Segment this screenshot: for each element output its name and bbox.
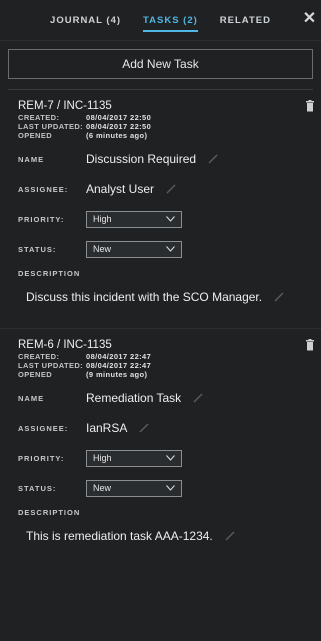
status-label: STATUS: [18,244,57,254]
status-value: New [93,244,112,254]
priority-select[interactable]: High [86,210,182,228]
task-card: REM-7 / INC-1135 CREATED: 08/04/2017 22:5… [0,90,321,318]
task-id: REM-7 / INC-1135 [18,100,112,112]
close-icon[interactable]: ✕ [301,10,319,28]
pencil-icon[interactable] [193,393,203,403]
description-field: Discuss this incident with the SCO Manag… [18,290,309,304]
assignee-value: Analyst User [86,182,155,196]
priority-label: PRIORITY: [18,214,65,224]
pencil-icon[interactable] [274,292,284,302]
description-value: This is remediation task AAA-1234. [26,529,213,543]
pencil-icon[interactable] [166,184,176,194]
task-id: REM-6 / INC-1135 [18,339,112,351]
status-label: STATUS: [18,483,57,493]
created-label: CREATED: [18,352,60,361]
assignee-label: ASSIGNEE: [18,184,69,194]
assignee-field: ASSIGNEE: IanRSA [18,417,309,439]
tab-related[interactable]: RELATED [220,5,271,36]
status-select[interactable]: New [86,240,182,258]
last-updated-value: 08/04/2017 22:47 [86,361,152,370]
created-label: CREATED: [18,113,60,122]
name-label: NAME [18,154,45,164]
last-updated-label: LAST UPDATED: [18,122,84,131]
status-select[interactable]: New [86,479,182,497]
name-value: Remediation Task [86,391,182,405]
status-field: STATUS: New [18,477,309,499]
tab-journal[interactable]: JOURNAL (4) [50,5,121,36]
status-field: STATUS: New [18,238,309,260]
priority-select[interactable]: High [86,449,182,467]
pencil-icon[interactable] [139,423,149,433]
description-field: This is remediation task AAA-1234. [18,529,309,543]
opened-label: OPENED [18,370,53,379]
pencil-icon[interactable] [225,531,235,541]
assignee-label: ASSIGNEE: [18,423,69,433]
chevron-down-icon [166,216,175,222]
task-meta: CREATED: 08/04/2017 22:47 LAST UPDATED: 08… [18,352,309,379]
priority-label: PRIORITY: [18,453,65,463]
description-label: DESCRIPTION [18,269,81,278]
description-label: DESCRIPTION [18,508,81,517]
description-value: Discuss this incident with the SCO Manag… [26,290,263,304]
status-value: New [93,483,112,493]
trash-icon[interactable] [305,100,315,112]
opened-value: (6 minutes ago) [86,131,148,140]
name-field: NAME Remediation Task [18,387,309,409]
priority-value: High [93,453,112,463]
name-value: Discussion Required [86,152,197,166]
chevron-down-icon [166,246,175,252]
priority-field: PRIORITY: High [18,447,309,469]
trash-icon[interactable] [305,339,315,351]
last-updated-label: LAST UPDATED: [18,361,84,370]
tab-bar: JOURNAL (4) TASKS (2) RELATED ✕ [0,0,321,41]
assignee-field: ASSIGNEE: Analyst User [18,178,309,200]
task-meta: CREATED: 08/04/2017 22:50 LAST UPDATED: 08… [18,113,309,140]
name-field: NAME Discussion Required [18,148,309,170]
created-value: 08/04/2017 22:50 [86,113,152,122]
chevron-down-icon [166,455,175,461]
add-new-task-button[interactable]: Add New Task [8,49,313,79]
last-updated-value: 08/04/2017 22:50 [86,122,152,131]
priority-value: High [93,214,112,224]
created-value: 08/04/2017 22:47 [86,352,152,361]
pencil-icon[interactable] [208,154,218,164]
tab-tasks[interactable]: TASKS (2) [143,5,198,36]
task-card: REM-6 / INC-1135 CREATED: 08/04/2017 22:4… [0,328,321,543]
opened-label: OPENED [18,131,53,140]
opened-value: (9 minutes ago) [86,370,148,379]
name-label: NAME [18,393,45,403]
chevron-down-icon [166,485,175,491]
priority-field: PRIORITY: High [18,208,309,230]
assignee-value: IanRSA [86,421,128,435]
